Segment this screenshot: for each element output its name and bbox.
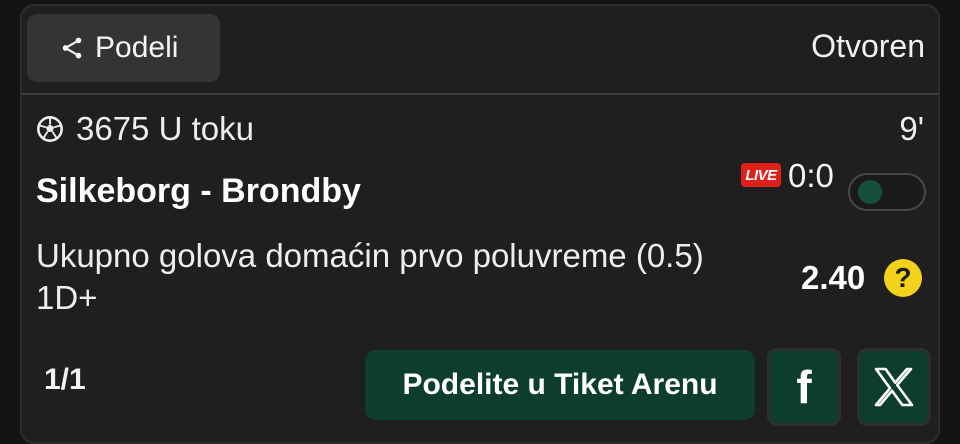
live-badge: LIVE — [741, 163, 781, 187]
facebook-share-button[interactable]: f — [767, 348, 841, 426]
divider — [22, 93, 938, 95]
bet-market: Ukupno golova domaćin prvo poluvreme (0.… — [36, 237, 704, 316]
share-icon — [59, 35, 85, 61]
event-info: 3675 U toku — [36, 110, 254, 148]
live-score: 0:0 — [788, 157, 834, 194]
x-logo-icon — [870, 363, 918, 411]
share-button[interactable]: Podeli — [27, 14, 220, 82]
share-tiket-arena-button[interactable]: Podelite u Tiket Arenu — [365, 350, 755, 420]
bet-odd: 2.40 — [801, 259, 866, 296]
match-name: Silkeborg - Brondby — [36, 172, 361, 210]
match-minute: 9' — [899, 110, 924, 147]
facebook-icon: f — [796, 361, 812, 413]
page-indicator: 1/1 — [44, 363, 86, 396]
share-label: Podeli — [95, 31, 179, 64]
live-toggle[interactable] — [848, 173, 926, 211]
soccer-ball-icon — [36, 115, 64, 143]
event-code-state: 3675 U toku — [76, 110, 254, 147]
help-icon[interactable]: ? — [884, 259, 922, 297]
x-share-button[interactable] — [857, 348, 931, 426]
toggle-knob — [858, 180, 882, 204]
ticket-status: Otvoren — [811, 28, 925, 64]
